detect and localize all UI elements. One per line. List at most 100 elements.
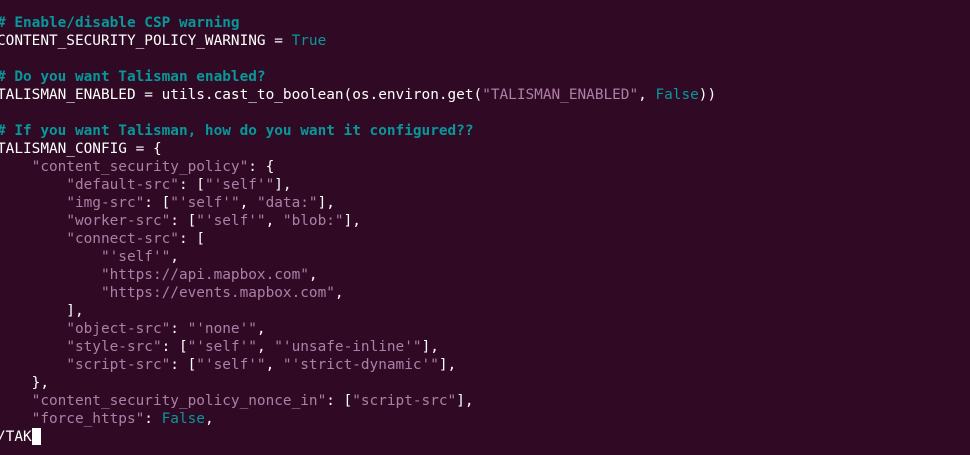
- code-token-plain: },: [0, 375, 49, 391]
- code-token-plain: ],: [438, 357, 457, 373]
- code-token-string: "worker-src": [66, 213, 171, 229]
- code-line[interactable]: # Do you want Talisman enabled?: [0, 68, 716, 86]
- code-token-string: "default-src": [66, 177, 179, 193]
- code-token-plain: ,: [638, 87, 656, 103]
- code-line[interactable]: "content_security_policy": {: [0, 158, 716, 176]
- code-line[interactable]: "object-src": "'none'",: [0, 320, 716, 338]
- code-token-string: "'self'": [187, 339, 257, 355]
- code-token-plain: : [: [178, 177, 205, 193]
- code-token-string: "'self'": [196, 213, 266, 229]
- code-token-string: "'self'": [196, 357, 266, 373]
- code-line[interactable]: "style-src": ["'self'", "'unsafe-inline'…: [0, 338, 716, 356]
- vim-command-line[interactable]: /TAK: [0, 428, 716, 446]
- code-token-plain: ,: [256, 339, 275, 355]
- code-token-plain: ,: [308, 267, 318, 283]
- code-token-plain: ],: [0, 303, 84, 319]
- code-line[interactable]: # Enable/disable CSP warning: [0, 14, 716, 32]
- code-token-string: "https://api.mapbox.com": [100, 267, 309, 283]
- code-token-plain: :: [144, 411, 162, 427]
- code-line[interactable]: CONTENT_SECURITY_POLICY_WARNING = True: [0, 32, 716, 50]
- code-line[interactable]: "img-src": ["'self'", "data:"],: [0, 194, 716, 212]
- code-token-plain: )): [698, 87, 717, 103]
- code-line[interactable]: },: [0, 374, 716, 392]
- code-line[interactable]: # If you want Talisman, how do you want …: [0, 122, 716, 140]
- code-line[interactable]: "'self'",: [0, 248, 716, 266]
- code-token-string: "'self'": [204, 177, 275, 193]
- code-token-string: "'none'": [187, 321, 257, 337]
- code-token-string: "'unsafe-inline'": [274, 339, 422, 355]
- code-token-plain: : [: [178, 231, 205, 247]
- code-token-plain: ],: [343, 213, 361, 229]
- code-token-string: "content_security_policy": [31, 159, 249, 175]
- code-token-comment: # If you want Talisman, how do you want …: [0, 123, 474, 139]
- code-token-comment: # Do you want Talisman enabled?: [0, 69, 266, 85]
- code-token-plain: : [: [170, 213, 197, 229]
- code-buffer[interactable]: # Enable/disable CSP warning CONTENT_SECU…: [0, 14, 716, 446]
- code-token-plain: ,: [204, 411, 214, 427]
- code-line[interactable]: "https://api.mapbox.com",: [0, 266, 716, 284]
- search-command-text: /TAK: [0, 429, 32, 445]
- code-token-plain: ,: [170, 249, 179, 265]
- text-cursor: [31, 428, 41, 445]
- code-token-plain: : [: [326, 393, 353, 409]
- code-line[interactable]: [0, 50, 716, 68]
- code-token-string: "force_https": [31, 411, 145, 427]
- code-token-plain: :: [170, 321, 188, 337]
- code-token-plain: ,: [334, 285, 344, 301]
- code-line[interactable]: TALISMAN_CONFIG = {: [0, 140, 716, 158]
- code-line[interactable]: "force_https": False,: [0, 410, 716, 428]
- code-token-plain: ],: [274, 177, 292, 193]
- code-token-string: "style-src": [66, 339, 162, 355]
- terminal-window[interactable]: # Enable/disable CSP warning CONTENT_SECU…: [0, 0, 970, 455]
- code-token-string: "content_security_policy_nonce_in": [31, 393, 327, 409]
- code-token-string: "img-src": [66, 195, 145, 211]
- code-token-string: "TALISMAN_ENABLED": [482, 87, 639, 103]
- code-token-plain: : {: [248, 159, 275, 175]
- code-token-const: True: [291, 33, 327, 49]
- code-token-plain: TALISMAN_CONFIG = {: [0, 141, 162, 157]
- code-line[interactable]: [0, 104, 716, 122]
- code-token-plain: : [: [170, 357, 197, 373]
- code-line[interactable]: TALISMAN_ENABLED = utils.cast_to_boolean…: [0, 86, 716, 104]
- code-token-comment: # Enable/disable CSP warning: [0, 15, 240, 31]
- code-line[interactable]: "default-src": ["'self'"],: [0, 176, 716, 194]
- code-line[interactable]: "script-src": ["'self'", "'strict-dynami…: [0, 356, 716, 374]
- code-token-string: "'self'": [170, 195, 240, 211]
- code-token-plain: ],: [421, 339, 439, 355]
- code-token-plain: ,: [265, 357, 283, 373]
- code-token-plain: ,: [265, 213, 283, 229]
- code-token-plain: ,: [239, 195, 257, 211]
- code-token-const: False: [161, 411, 205, 427]
- code-line[interactable]: "https://events.mapbox.com",: [0, 284, 716, 302]
- code-token-string: "script-src": [352, 393, 457, 409]
- code-line[interactable]: ],: [0, 302, 716, 320]
- code-token-plain: : [: [144, 195, 171, 211]
- code-token-string: "'strict-dynamic'": [282, 357, 439, 373]
- code-token-const: False: [655, 87, 699, 103]
- code-token-string: "blob:": [282, 213, 344, 229]
- code-line[interactable]: "connect-src": [: [0, 230, 716, 248]
- code-token-plain: TALISMAN_ENABLED = utils.cast_to_boolean…: [0, 87, 483, 103]
- code-line[interactable]: "worker-src": ["'self'", "blob:"],: [0, 212, 716, 230]
- code-line[interactable]: "content_security_policy_nonce_in": ["sc…: [0, 392, 716, 410]
- code-token-plain: ],: [317, 195, 335, 211]
- code-token-string: "object-src": [66, 321, 171, 337]
- code-token-string: "script-src": [66, 357, 171, 373]
- code-token-plain: CONTENT_SECURITY_POLICY_WARNING =: [0, 33, 292, 49]
- code-token-plain: ],: [456, 393, 474, 409]
- code-token-string: "connect-src": [66, 231, 179, 247]
- code-token-string: "'self'": [100, 249, 171, 265]
- code-token-string: "https://events.mapbox.com": [100, 285, 335, 301]
